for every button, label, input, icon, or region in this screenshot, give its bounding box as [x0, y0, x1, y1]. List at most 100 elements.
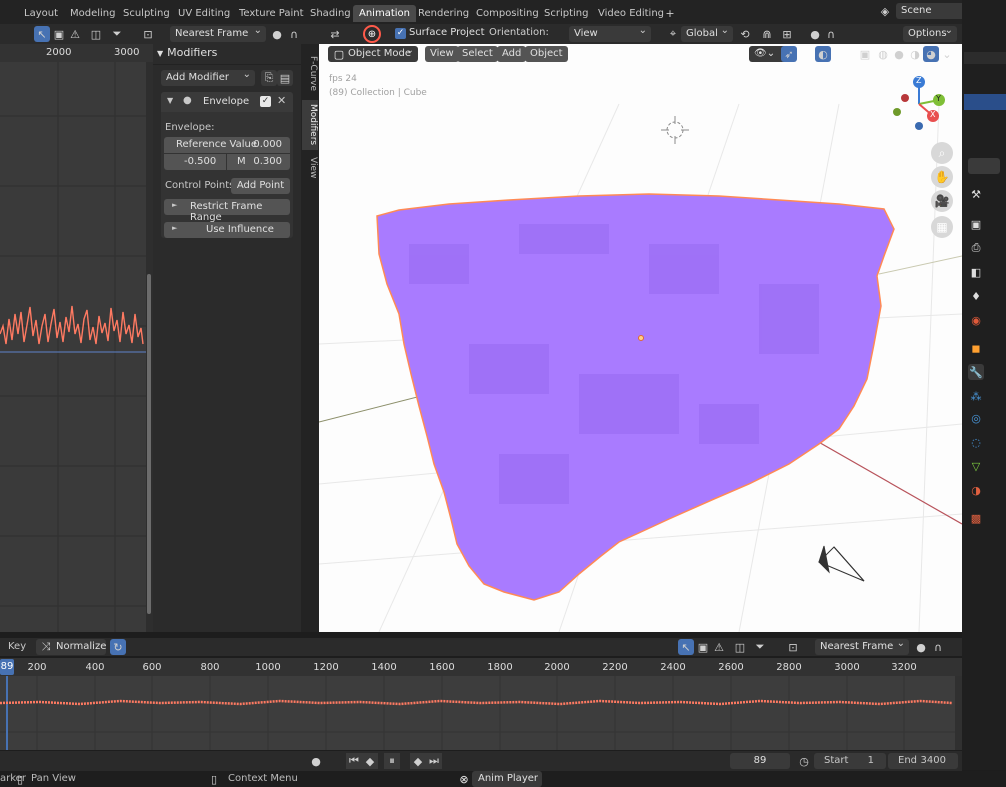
orientation-icon[interactable]: ⌖ — [665, 26, 681, 42]
min-value-field[interactable]: -0.500 — [164, 154, 226, 170]
current-frame-indicator[interactable]: 89 — [0, 659, 14, 675]
gizmo-toggle-icon[interactable]: ➶ — [781, 46, 797, 62]
use-influence-panel[interactable]: ► Use Influence — [164, 222, 290, 238]
anim-player-indicator[interactable]: Anim Player — [472, 771, 542, 787]
normalize-view-icon[interactable]: ◫ — [732, 639, 748, 655]
workspace-tab-sculpting[interactable]: Sculpting — [117, 5, 176, 22]
pivot-point-icon[interactable]: ⟲ — [737, 26, 753, 42]
menu-add[interactable]: Add — [497, 46, 527, 62]
copy-modifiers-icon[interactable]: ⎘ — [261, 70, 277, 86]
pivot-icon[interactable]: ⊡ — [785, 639, 801, 655]
falloff-curve-icon[interactable]: ∩ — [930, 639, 946, 655]
timeline-frame-ruler[interactable]: 89 200 400 600 800 1000 1200 1400 1600 1… — [0, 658, 962, 676]
filter-only-selected-icon[interactable]: ▣ — [695, 639, 711, 655]
prev-keyframe-icon[interactable]: ◆ — [362, 753, 378, 769]
tab-f-curve[interactable]: F-Curve — [302, 50, 318, 96]
snap-element-icon[interactable]: ⊞ — [779, 26, 795, 42]
close-player-icon[interactable]: ⊗ — [456, 771, 472, 787]
falloff-curve-icon[interactable]: ∩ — [823, 26, 839, 42]
3d-viewport[interactable]: Object Mode ▢ View Select Add Object 👁⌄ … — [319, 44, 962, 632]
graph-editor-canvas[interactable] — [0, 44, 153, 632]
navigation-gizmo[interactable]: Z Y X — [889, 74, 949, 140]
surface-project-checkbox[interactable]: ✓ — [395, 28, 406, 39]
pause-icon[interactable]: ⏸ — [384, 753, 400, 769]
world-properties-icon[interactable]: ◉ — [968, 312, 984, 328]
next-keyframe-icon[interactable]: ◆ — [410, 753, 426, 769]
modifier-properties-icon[interactable]: 🔧 — [968, 364, 984, 380]
graph-snap-dropdown[interactable]: Nearest Frame — [170, 23, 266, 42]
pan-hand-icon[interactable]: ✋ — [931, 166, 953, 188]
workspace-tab-modeling[interactable]: Modeling — [64, 5, 122, 22]
paste-modifiers-icon[interactable]: ▤ — [277, 70, 293, 86]
shading-options-icon[interactable]: ⌄ — [939, 46, 955, 62]
rendered-shading-icon[interactable]: ◕ — [923, 46, 939, 62]
scene-selector[interactable]: Scene — [896, 3, 966, 19]
output-properties-icon[interactable]: ⎙ — [968, 240, 984, 256]
normalize-icon[interactable]: ◫ — [88, 26, 104, 42]
timeline-snap-dropdown[interactable]: Nearest Frame — [815, 636, 909, 655]
jump-start-icon[interactable]: ⏮ — [346, 753, 362, 769]
constraints-icon[interactable]: ◌ — [968, 434, 984, 450]
snap-target-icon[interactable]: ⊕ — [363, 25, 381, 43]
workspace-tab-uv-editing[interactable]: UV Editing — [172, 5, 236, 22]
workspace-tab-texture-paint[interactable]: Texture Paint — [233, 5, 310, 22]
wireframe-shading-icon[interactable]: ◍ — [875, 46, 891, 62]
options-dropdown[interactable]: Options — [903, 23, 957, 42]
record-icon[interactable]: ● — [308, 753, 324, 769]
workspace-tab-compositing[interactable]: Compositing — [470, 5, 545, 22]
scene-properties-icon[interactable]: ♦ — [968, 288, 984, 304]
filter-only-selected-icon[interactable]: ▣ — [51, 26, 67, 42]
warning-filter-icon[interactable]: ⚠ — [711, 639, 727, 655]
modifiers-panel-header[interactable]: ▼ Modifiers — [157, 46, 297, 62]
reference-value-field[interactable]: Reference Value 0.000 — [164, 137, 290, 153]
warning-filter-icon[interactable]: ⚠ — [67, 26, 83, 42]
perspective-grid-icon[interactable]: ▦ — [931, 216, 953, 238]
object-data-icon[interactable]: ▽ — [968, 458, 984, 474]
solid-shading-icon[interactable]: ● — [891, 46, 907, 62]
transform-gizmo-icon[interactable]: ⇄ — [327, 26, 343, 42]
dopesheet-canvas[interactable] — [0, 676, 962, 750]
object-properties-icon[interactable]: ◼ — [968, 340, 984, 356]
modifier-enabled-checkbox[interactable]: ✓ — [260, 96, 271, 107]
workspace-tab-scripting[interactable]: Scripting — [538, 5, 594, 22]
start-frame-field[interactable]: Start 1 — [814, 753, 886, 769]
workspace-tab-animation[interactable]: Animation — [353, 5, 416, 22]
current-frame-field[interactable]: 89 — [730, 753, 790, 769]
add-point-button[interactable]: Add Point — [231, 178, 290, 194]
xray-toggle-icon[interactable]: ▣ — [857, 46, 873, 62]
auto-normalize-icon[interactable]: ↻ — [110, 639, 126, 655]
proportional-edit-icon[interactable]: ● — [807, 26, 823, 42]
menu-object[interactable]: Object — [525, 46, 568, 62]
expand-arrow-icon[interactable]: ▼ — [167, 96, 173, 105]
falloff-curve-icon[interactable]: ∩ — [286, 26, 302, 42]
transform-orientation-dropdown[interactable]: Global — [681, 23, 733, 42]
graph-frame-ruler[interactable]: 2000 3000 — [0, 44, 153, 62]
workspace-tab-layout[interactable]: Layout — [18, 5, 64, 22]
tool-properties-icon[interactable]: ⚒ — [968, 186, 984, 202]
overlay-toggle-icon[interactable]: ◐ — [815, 46, 831, 62]
orientation-dropdown[interactable]: View — [569, 23, 651, 42]
workspace-tab-shading[interactable]: Shading — [304, 5, 357, 22]
render-properties-icon[interactable]: ▣ — [968, 216, 984, 232]
menu-key[interactable]: Key — [8, 641, 26, 652]
camera-view-icon[interactable]: 🎥 — [931, 190, 953, 212]
material-shading-icon[interactable]: ◑ — [907, 46, 923, 62]
tab-view[interactable]: View — [302, 154, 318, 182]
workspace-tab-rendering[interactable]: Rendering — [412, 5, 475, 22]
filter-icon[interactable]: ⏷ — [109, 26, 125, 42]
outliner-row[interactable] — [964, 52, 1006, 64]
envelope-modifier-header[interactable]: ▼ ● Envelope ✓ ✕ — [161, 92, 293, 112]
select-cursor-icon[interactable]: ↖ — [34, 26, 50, 42]
jump-end-icon[interactable]: ⏭ — [426, 753, 442, 769]
proportional-edit-icon[interactable]: ● — [913, 639, 929, 655]
scene-icon[interactable]: ◈ — [877, 3, 893, 19]
snap-icon[interactable]: ⋒ — [759, 26, 775, 42]
view-layer-icon[interactable]: ◧ — [968, 264, 984, 280]
remove-modifier-icon[interactable]: ✕ — [277, 94, 286, 107]
pivot-icon[interactable]: ⊡ — [140, 26, 156, 42]
max-value-field[interactable]: M 0.300 — [227, 154, 290, 170]
menu-view[interactable]: View — [425, 46, 459, 62]
outliner-selected-row[interactable] — [964, 94, 1006, 110]
select-cursor-icon[interactable]: ↖ — [678, 639, 694, 655]
tab-modifiers[interactable]: Modifiers — [302, 100, 318, 150]
